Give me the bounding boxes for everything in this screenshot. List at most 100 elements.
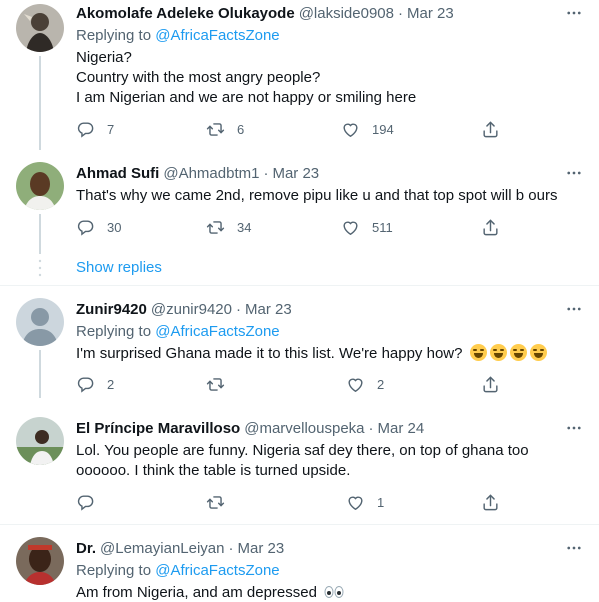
reply-button[interactable] [76, 493, 107, 512]
tweet[interactable]: Akomolafe Adeleke Olukayode @lakside0908… [0, 0, 599, 150]
share-icon [481, 375, 500, 394]
tweet-text-line: oooooo. I think the table is turned upsi… [76, 462, 351, 479]
retweet-button[interactable] [206, 493, 237, 512]
share-button[interactable] [481, 375, 500, 394]
author-name[interactable]: Zunir9420 [76, 300, 147, 320]
show-replies-link[interactable]: Show replies [76, 258, 162, 278]
retweet-icon [206, 120, 225, 139]
author-handle[interactable]: @LemayianLeiyan [100, 539, 224, 559]
retweet-button[interactable]: 6 [206, 120, 244, 139]
tweet[interactable]: El Príncipe Maravilloso @marvellouspeka … [0, 405, 599, 523]
eyes-emoji-icon [324, 586, 344, 598]
avatar[interactable] [16, 4, 64, 52]
more-icon[interactable] [565, 164, 583, 182]
author-handle[interactable]: @lakside0908 [299, 4, 394, 24]
share-icon [481, 218, 500, 237]
like-button[interactable]: 2 [346, 375, 384, 394]
thread-line [39, 214, 41, 254]
like-count: 1 [377, 494, 385, 510]
author-name[interactable]: Ahmad Sufi [76, 164, 159, 184]
thread-line [39, 350, 41, 398]
retweet-button[interactable] [206, 375, 237, 394]
like-button[interactable]: 194 [341, 120, 394, 139]
like-count: 2 [377, 376, 385, 392]
reply-count: 7 [107, 121, 115, 137]
retweet-icon [206, 218, 225, 237]
separator-dot: · [397, 5, 403, 22]
reply-icon [76, 120, 95, 139]
retweet-icon [206, 375, 225, 394]
tweet-text-line: That's why we came 2nd, remove pipu like… [76, 187, 558, 204]
tweet-text-line: I'm surprised Ghana made it to this list… [76, 345, 463, 362]
reply-icon [76, 375, 95, 394]
share-button[interactable] [481, 218, 500, 237]
author-handle[interactable]: @Ahmadbtm1 [163, 164, 259, 184]
tweet-date[interactable]: Mar 23 [407, 4, 454, 24]
heart-icon [341, 218, 360, 237]
retweet-count: 34 [237, 219, 252, 235]
share-button[interactable] [481, 493, 500, 512]
reply-button[interactable]: 30 [76, 218, 121, 237]
more-icon[interactable] [565, 4, 583, 22]
separator-dot: · [368, 420, 374, 437]
heart-icon [341, 120, 360, 139]
replying-to-link[interactable]: @AfricaFactsZone [155, 323, 279, 340]
share-icon [481, 493, 500, 512]
share-button[interactable] [481, 120, 500, 139]
laughing-emoji-icon [529, 344, 547, 361]
reply-button[interactable]: 2 [76, 375, 114, 394]
retweet-button[interactable]: 34 [206, 218, 251, 237]
tweet-text-line: Nigeria? [76, 49, 132, 66]
separator-dot: · [228, 540, 234, 557]
heart-icon [346, 493, 365, 512]
tweet-date[interactable]: Mar 23 [272, 164, 319, 184]
tweet-text: Lol. You people are funny. Nigeria saf d… [76, 441, 587, 481]
like-count: 511 [372, 219, 393, 235]
avatar[interactable] [16, 537, 64, 585]
author-handle[interactable]: @marvellouspeka [244, 419, 364, 439]
tweet-text-line: Country with the most angry people? [76, 69, 321, 86]
avatar[interactable] [16, 162, 64, 210]
replying-to-link[interactable]: @AfricaFactsZone [155, 562, 279, 579]
reply-button[interactable]: 7 [76, 120, 114, 139]
reply-count: 2 [107, 376, 115, 392]
more-icon[interactable] [565, 300, 583, 318]
replying-to: Replying to @AfricaFactsZone [76, 26, 587, 46]
author-handle[interactable]: @zunir9420 [151, 300, 232, 320]
tweet-feed: Akomolafe Adeleke Olukayode @lakside0908… [0, 0, 599, 602]
replying-prefix: Replying to [76, 562, 156, 579]
tweet[interactable]: Dr. @LemayianLeiyan · Mar 23 Replying to… [0, 525, 599, 602]
like-button[interactable]: 1 [346, 493, 384, 512]
tweet-text-line: Lol. You people are funny. Nigeria saf d… [76, 442, 529, 459]
thread-line [39, 56, 41, 150]
share-icon [481, 120, 500, 139]
author-name[interactable]: Akomolafe Adeleke Olukayode [76, 4, 295, 24]
tweet-text: I'm surprised Ghana made it to this list… [76, 344, 587, 364]
reply-icon [76, 218, 95, 237]
tweet[interactable]: Ahmad Sufi @Ahmadbtm1 · Mar 23 That's wh… [0, 150, 599, 254]
tweet-text: Nigeria? Country with the most angry peo… [76, 48, 587, 108]
retweet-icon [206, 493, 225, 512]
more-icon[interactable] [565, 419, 583, 437]
replying-to-link[interactable]: @AfricaFactsZone [155, 27, 279, 44]
reply-count: 30 [107, 219, 122, 235]
tweet-date[interactable]: Mar 23 [237, 539, 284, 559]
replying-prefix: Replying to [76, 27, 156, 44]
like-count: 194 [372, 121, 394, 137]
tweet-text-line: Am from Nigeria, and am depressed [76, 584, 317, 601]
tweet-date[interactable]: Mar 24 [378, 419, 425, 439]
avatar[interactable] [16, 298, 64, 346]
like-button[interactable]: 511 [341, 218, 393, 237]
laughing-emoji-icon [489, 344, 507, 361]
tweet-text: Am from Nigeria, and am depressed [76, 583, 587, 602]
tweet-date[interactable]: Mar 23 [245, 300, 292, 320]
replying-to: Replying to @AfricaFactsZone [76, 561, 587, 581]
tweet-text-line: I am Nigerian and we are not happy or sm… [76, 89, 417, 106]
more-icon[interactable] [565, 539, 583, 557]
separator-dot: · [235, 301, 241, 318]
author-name[interactable]: El Príncipe Maravilloso [76, 419, 240, 439]
tweet[interactable]: Zunir9420 @zunir9420 · Mar 23 Replying t… [0, 286, 599, 398]
avatar[interactable] [16, 417, 64, 465]
replying-to: Replying to @AfricaFactsZone [76, 322, 587, 342]
author-name[interactable]: Dr. [76, 539, 96, 559]
